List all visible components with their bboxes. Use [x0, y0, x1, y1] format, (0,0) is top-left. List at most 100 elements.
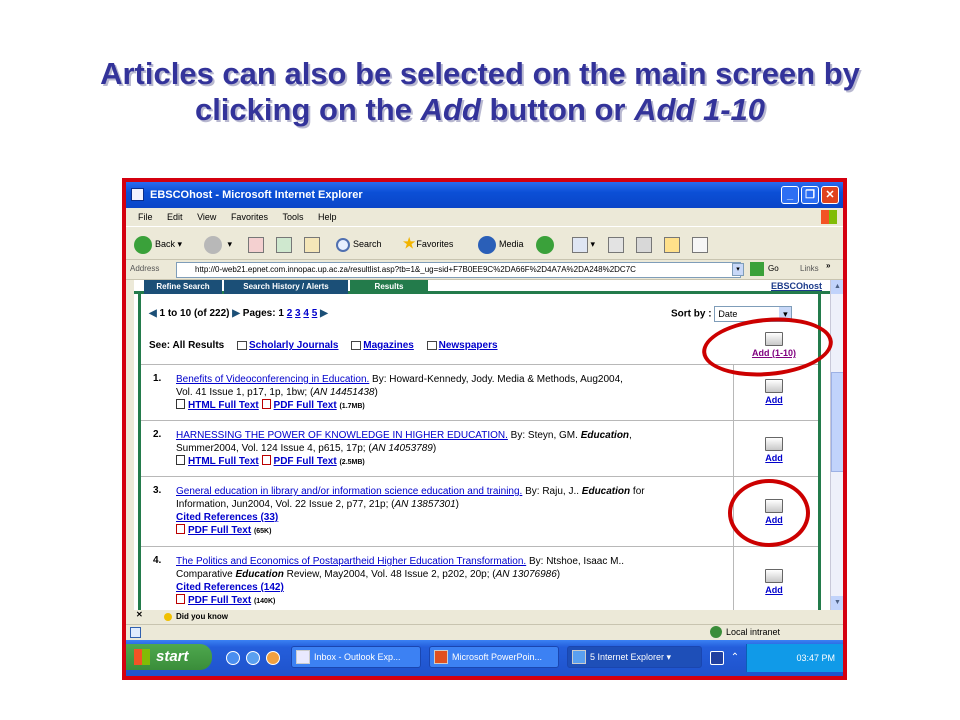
category-newspapers[interactable]: Newspapers: [426, 340, 498, 351]
tab-results[interactable]: Results: [350, 280, 428, 294]
ie-quicklaunch-icon[interactable]: [226, 651, 240, 665]
address-dropdown[interactable]: ▾: [732, 263, 744, 276]
add-button[interactable]: Add: [733, 569, 815, 595]
vertical-scrollbar[interactable]: ▲ ▼: [830, 280, 843, 610]
pdf-full-text-link[interactable]: PDF Full Text: [188, 595, 251, 606]
search-button[interactable]: Search: [336, 234, 382, 254]
result-title-link[interactable]: General education in library and/or info…: [176, 486, 522, 497]
go-arrow-icon[interactable]: [750, 262, 764, 276]
menu-edit[interactable]: Edit: [167, 212, 183, 222]
pager-range: 1 to 10: [159, 308, 192, 319]
add-button[interactable]: Add: [733, 437, 815, 463]
minimize-button[interactable]: _: [781, 186, 799, 204]
refresh-button[interactable]: [276, 234, 292, 254]
result-citation-line2: Review, May2004, Vol. 48 Issue 2, p202, …: [283, 569, 496, 580]
see-all-label: See: All Results: [149, 340, 225, 351]
menu-view[interactable]: View: [197, 212, 216, 222]
scholarly-journals-link[interactable]: Scholarly Journals: [249, 340, 338, 351]
pdf-full-text-link[interactable]: PDF Full Text: [274, 456, 337, 467]
messenger-button[interactable]: [692, 234, 708, 254]
help-icon[interactable]: [710, 651, 724, 665]
menu-help[interactable]: Help: [318, 212, 337, 222]
add-button[interactable]: Add: [733, 499, 815, 525]
go-button[interactable]: Go: [768, 264, 779, 273]
result-title-link[interactable]: HARNESSING THE POWER OF KNOWLEDGE IN HIG…: [176, 430, 508, 441]
add-link[interactable]: Add: [765, 453, 783, 463]
html-doc-icon: [176, 399, 185, 409]
home-button[interactable]: [304, 234, 320, 254]
ebscohost-logo[interactable]: EBSCOhost: [771, 281, 822, 291]
folder-icon: [765, 379, 783, 393]
media-quicklaunch-icon[interactable]: [266, 651, 280, 665]
pdf-full-text-link[interactable]: PDF Full Text: [188, 525, 251, 536]
windows-flag-icon: [134, 649, 150, 665]
chevron-right-icon[interactable]: »: [826, 261, 830, 270]
pdf-full-text-link[interactable]: PDF Full Text: [274, 400, 337, 411]
edit-button[interactable]: [636, 234, 652, 254]
result-citation-line2: Summer2004, Vol. 124 Issue 4, p615, 17p;…: [176, 443, 372, 454]
html-full-text-link[interactable]: HTML Full Text: [188, 400, 259, 411]
category-magazines[interactable]: Magazines: [351, 340, 414, 351]
stop-button[interactable]: [248, 234, 264, 254]
taskbar: start Inbox - Outlook Exp... Microsoft P…: [126, 640, 843, 676]
category-scholarly[interactable]: Scholarly Journals: [237, 340, 338, 351]
scroll-down-icon[interactable]: ▼: [831, 596, 843, 610]
print-button[interactable]: [608, 234, 624, 254]
scroll-thumb[interactable]: [831, 372, 843, 472]
sort-select[interactable]: Date: [714, 306, 793, 322]
task-powerpoint[interactable]: Microsoft PowerPoin...: [429, 646, 559, 668]
page-link-2[interactable]: 2: [287, 308, 293, 319]
slide-title-line2: clicking on the Add button or Add 1-10: [0, 92, 960, 128]
mail-button[interactable]: ▾: [572, 234, 595, 254]
newspapers-link[interactable]: Newspapers: [439, 340, 498, 351]
close-button[interactable]: ✕: [821, 186, 839, 204]
address-input[interactable]: http://0-web21.epnet.com.innopac.up.ac.z…: [176, 262, 741, 278]
links-button[interactable]: Links: [800, 264, 819, 273]
favorites-button[interactable]: ★Favorites: [402, 234, 453, 254]
page-link-3[interactable]: 3: [295, 308, 301, 319]
menu-favorites[interactable]: Favorites: [231, 212, 268, 222]
scroll-up-icon[interactable]: ▲: [831, 280, 843, 294]
cited-references-link[interactable]: Cited References (33): [176, 512, 278, 523]
add-link[interactable]: Add: [765, 515, 783, 525]
maximize-button[interactable]: ❐: [801, 186, 819, 204]
add-link[interactable]: Add: [765, 585, 783, 595]
tray-arrows-icon[interactable]: ⌃: [728, 651, 742, 665]
add-1-10-link[interactable]: Add (1-10): [752, 348, 796, 358]
result-row: 1. Benefits of Videoconferencing in Educ…: [141, 364, 818, 420]
cited-references-link[interactable]: Cited References (142): [176, 582, 284, 593]
task-outlook[interactable]: Inbox - Outlook Exp...: [291, 646, 421, 668]
media-button[interactable]: Media: [478, 234, 524, 254]
add-all-button[interactable]: Add (1-10): [733, 332, 815, 358]
window-titlebar[interactable]: EBSCOhost - Microsoft Internet Explorer …: [126, 182, 843, 208]
start-button[interactable]: start: [126, 644, 212, 670]
journal-name: Education: [235, 569, 284, 580]
html-full-text-link[interactable]: HTML Full Text: [188, 456, 259, 467]
magazines-link[interactable]: Magazines: [363, 340, 414, 351]
back-button[interactable]: Back ▾: [134, 234, 182, 254]
tab-refine-search[interactable]: Refine Search: [144, 280, 222, 294]
result-body: The Politics and Economics of Postaparth…: [176, 556, 624, 606]
file-size: (2.5MB): [339, 459, 365, 466]
prev-icon[interactable]: ◀: [149, 308, 157, 319]
stop-icon: [248, 236, 264, 253]
add-link[interactable]: Add: [765, 395, 783, 405]
add-button[interactable]: Add: [733, 379, 815, 405]
menu-tools[interactable]: Tools: [282, 212, 303, 222]
next-icon[interactable]: ▶: [232, 308, 240, 319]
pages-next-icon[interactable]: ▶: [320, 308, 328, 319]
menu-file[interactable]: File: [138, 212, 153, 222]
history-button[interactable]: [536, 234, 557, 254]
discuss-button[interactable]: [664, 234, 680, 254]
outlook-quicklaunch-icon[interactable]: [246, 651, 260, 665]
forward-button[interactable]: ▾: [204, 234, 232, 254]
page-link-5[interactable]: 5: [312, 308, 318, 319]
close-icon[interactable]: ✕: [136, 610, 143, 619]
result-title-link[interactable]: The Politics and Economics of Postaparth…: [176, 556, 526, 567]
forward-arrow-icon: [204, 235, 222, 254]
task-internet-explorer[interactable]: 5 Internet Explorer ▾: [567, 646, 702, 668]
slide-title-add: Add: [420, 92, 481, 127]
result-title-link[interactable]: Benefits of Videoconferencing in Educati…: [176, 374, 369, 385]
tab-search-history[interactable]: Search History / Alerts: [224, 280, 348, 294]
page-link-4[interactable]: 4: [303, 308, 309, 319]
